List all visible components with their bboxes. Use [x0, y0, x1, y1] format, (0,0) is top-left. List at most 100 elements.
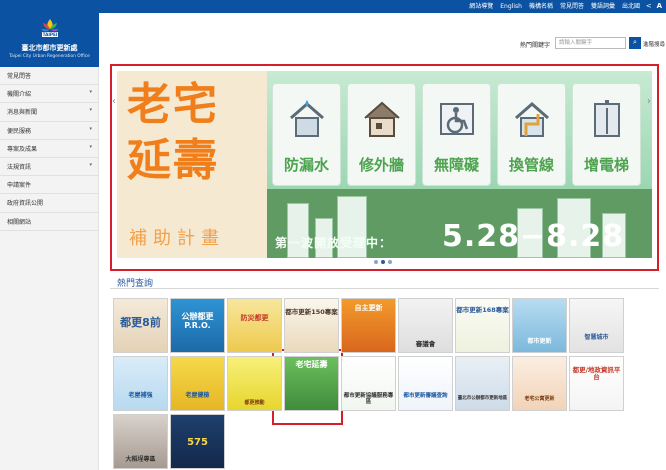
hot-query-tile[interactable]: 臺北市公辦都市更新地區 [455, 356, 510, 411]
sidebar-item-label: 法規資訊 [7, 163, 32, 171]
hot-query-tile-label: 老宅公寓更新 [524, 396, 555, 402]
sidebar-item-label: 消息與新聞 [7, 109, 38, 117]
banner-slide[interactable]: 老宅 延壽 補助計畫 防漏水 修外牆 無障礙 換管線 增電梯 第一波開放受理中：… [117, 71, 652, 258]
hot-query-tile-label: 都市更新協議服務專區 [343, 393, 394, 406]
hot-query-tile[interactable]: 老宅公寓更新 [512, 356, 567, 411]
hot-query-tile-label: 都市更新 [527, 338, 552, 345]
banner-feature-label: 無障礙 [433, 156, 479, 174]
hot-query-tile[interactable]: 公辦都更P.R.O. [170, 298, 225, 353]
chevron-down-icon: ▾ [89, 143, 92, 150]
hot-query-tile[interactable]: 智慧城市 [569, 298, 624, 353]
sidebar-item-label: 常見問答 [7, 73, 32, 80]
banner-carousel[interactable]: 老宅 延壽 補助計畫 防漏水 修外牆 無障礙 換管線 增電梯 第一波開放受理中：… [110, 64, 659, 271]
sidebar-item-news[interactable]: 消息與新聞 ▾ [0, 103, 98, 122]
carousel-next-icon[interactable]: › [647, 96, 651, 107]
hot-query-tile[interactable]: 老屋健檢 [170, 356, 225, 411]
banner-feature-elevator: 增電梯 [572, 83, 641, 186]
sidebar-item-applications[interactable]: 申請案件 [0, 176, 98, 195]
hot-query-tile[interactable]: 都市更新 [512, 298, 567, 353]
hot-query-tile-label: 都更8前 [120, 316, 161, 329]
carousel-dot[interactable] [374, 260, 378, 264]
wheelchair-icon [440, 103, 474, 135]
carousel-prev-icon[interactable]: ‹ [112, 96, 116, 107]
site-logo[interactable]: TAIPEI 臺北市都市更新處 Taipei City Urban Regene… [0, 13, 99, 67]
hot-query-divider [110, 288, 659, 289]
sidebar-item-label: 相關網站 [7, 218, 32, 226]
top-link-glossary[interactable]: 雙語詞彙 [591, 1, 615, 12]
top-links: 網站導覽 English 機構名稱 常見問答 雙語詞彙 出北國 [469, 1, 640, 12]
sidebar-item-label: 專案及成果 [7, 145, 38, 153]
top-link-english[interactable]: English [500, 1, 522, 12]
sidebar-item-faq[interactable]: 常見問答 [0, 67, 98, 86]
banner-feature-accessibility: 無障礙 [422, 83, 491, 186]
hot-query-tile-label: 575 [187, 437, 208, 448]
banner-feature-label: 防漏水 [283, 156, 329, 174]
house-wall-icon [364, 101, 400, 137]
sidebar-item-label: 機關介紹 [7, 91, 32, 99]
top-link-city[interactable]: 出北國 [622, 1, 640, 12]
banner-title-line2: 延壽 [127, 135, 219, 186]
logo-brand-text: TAIPEI [43, 32, 58, 37]
hot-query-tile-label: 老屋補強 [128, 392, 153, 399]
hot-query-tile[interactable]: 都更/地政資訊平台 [569, 356, 624, 411]
hot-query-tile-label: 公辦都更P.R.O. [181, 312, 214, 330]
sidebar-item-links[interactable]: 相關網站 [0, 213, 98, 231]
logo-name-en: Taipei City Urban Regeneration Office [9, 54, 90, 59]
hot-query-tile[interactable]: 575 [170, 414, 225, 469]
hot-query-tile[interactable]: 都更推動 [227, 356, 282, 411]
hot-query-tile-label: 大稻埕專區 [125, 456, 156, 463]
hot-query-tile[interactable]: 老宅延壽 [284, 356, 339, 411]
hot-query-tile[interactable]: 防災都更 [227, 298, 282, 353]
banner-title-panel: 老宅 延壽 補助計畫 [117, 71, 267, 258]
search-input[interactable] [555, 37, 626, 49]
hot-query-tile-label: 防災都更 [240, 314, 269, 322]
banner-feature-label: 修外牆 [358, 156, 404, 174]
font-size-button[interactable]: A [657, 1, 662, 12]
hot-query-tile[interactable]: 都更8前 [113, 298, 168, 353]
hot-query-tile[interactable]: 大稻埕專區 [113, 414, 168, 469]
top-icons: < A [646, 1, 662, 12]
search-button[interactable]: ⌕ [629, 37, 641, 49]
chevron-down-icon: ▾ [89, 125, 92, 132]
hot-query-tile-label: 老宅延壽 [295, 360, 328, 369]
share-icon[interactable]: < [646, 1, 652, 12]
top-link-faq[interactable]: 常見問答 [560, 1, 584, 12]
pipe-icon [515, 102, 549, 137]
sidebar-item-regulations[interactable]: 法規資訊 ▾ [0, 158, 98, 177]
top-link-sitemap[interactable]: 網站導覽 [469, 1, 493, 12]
banner-wave-text: 第一波開放受理中： [275, 236, 393, 250]
banner-feature-pipes: 換管線 [497, 83, 566, 186]
page: 網站導覽 English 機構名稱 常見問答 雙語詞彙 出北國 < A TAIP… [0, 0, 666, 470]
carousel-dots [374, 260, 392, 264]
house-leak-icon [290, 100, 324, 137]
carousel-dot[interactable] [388, 260, 392, 264]
sidebar-item-label: 政府資訊公開 [7, 200, 44, 208]
hot-query-tile-label: 都市更新168專案 [456, 306, 509, 314]
banner-feature-list: 防漏水 修外牆 無障礙 換管線 增電梯 [272, 83, 641, 186]
sidebar-item-about[interactable]: 機關介紹 ▾ [0, 85, 98, 104]
advanced-search-link[interactable]: 進階搜尋 [643, 40, 665, 48]
sidebar-item-services[interactable]: 便民服務 ▾ [0, 122, 98, 140]
hot-query-tile-label: 自主更新 [354, 304, 383, 312]
hot-query-tile[interactable]: 自主更新 [341, 298, 396, 353]
hot-query-tile[interactable]: 都市更新審議查詢 [398, 356, 453, 411]
banner-subtitle: 補助計畫 [129, 228, 225, 249]
search-label: 熱門關鍵字 [520, 42, 551, 49]
chevron-down-icon: ▾ [89, 107, 92, 114]
banner-date-range: 5.28−8.28 [442, 219, 625, 254]
sidebar-item-projects[interactable]: 專案及成果 ▾ [0, 140, 98, 158]
top-link-org[interactable]: 機構名稱 [529, 1, 553, 12]
hot-query-tile-label: 都更/地政資訊平台 [572, 366, 621, 382]
hot-query-tile[interactable]: 審議會 [398, 298, 453, 353]
sidebar-item-label: 便民服務 [7, 127, 32, 135]
sidebar-item-label: 申請案件 [7, 182, 32, 190]
hot-query-tile[interactable]: 老屋補強 [113, 356, 168, 411]
hot-query-tile-label: 臺北市公辦都市更新地區 [457, 396, 508, 401]
carousel-dot[interactable] [381, 260, 385, 264]
sidebar-item-open-info[interactable]: 政府資訊公開 [0, 194, 98, 213]
hot-query-tile[interactable]: 都市更新150專案 [284, 298, 339, 353]
hot-query-tile-label: 都市更新150專案 [285, 308, 338, 316]
hot-query-tile[interactable]: 都市更新168專案 [455, 298, 510, 353]
chevron-down-icon: ▾ [89, 161, 92, 168]
hot-query-tile[interactable]: 都市更新協議服務專區 [341, 356, 396, 411]
